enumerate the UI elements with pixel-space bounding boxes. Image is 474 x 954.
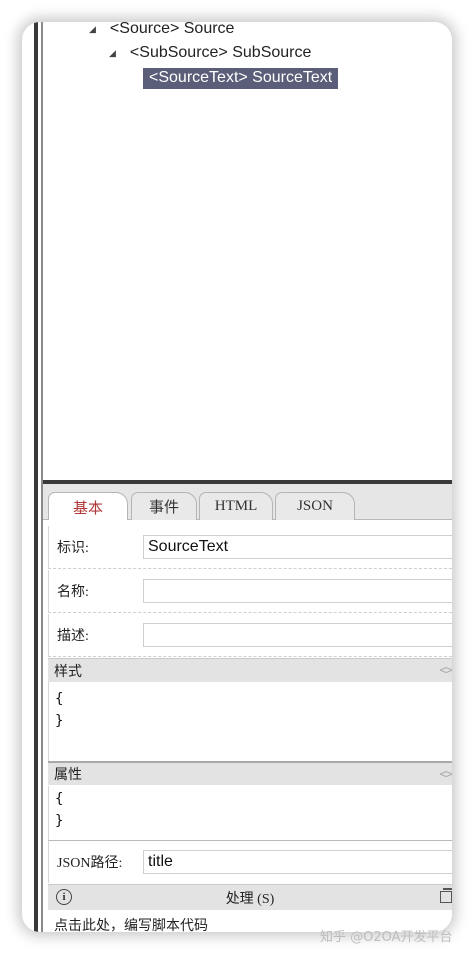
script-hint: 点击此处，编写脚本代码 (54, 919, 208, 932)
id-input[interactable]: SourceText (143, 535, 452, 559)
tree-node-subsource[interactable]: ◢ <SubSource> SubSource (109, 42, 311, 64)
code-line: { (55, 791, 64, 807)
tab-events[interactable]: 事件 (131, 492, 197, 520)
property-tabs: 基本 事件 HTML JSON (43, 484, 452, 521)
name-input[interactable] (143, 579, 452, 603)
name-row: 名称: (48, 570, 452, 613)
desc-row: 描述: (48, 614, 452, 657)
tree-node-sourcetext[interactable]: <SourceText> SourceText (143, 67, 339, 89)
jsonpath-row: JSON路径: title (48, 840, 452, 883)
window-frame: ◢ <Source> Source ◢ <SubSource> SubSourc… (22, 22, 452, 932)
process-label: 处理 (S) (225, 891, 275, 907)
id-row: 标识: SourceText (48, 526, 452, 569)
tree-node-label[interactable]: <SubSource> SubSource (130, 44, 311, 62)
expand-triangle-icon[interactable]: ◢ (109, 48, 116, 59)
attr-label: 属性 (54, 768, 82, 783)
tree-panel: ◢ <Source> Source ◢ <SubSource> SubSourc… (43, 22, 452, 480)
code-line: } (55, 713, 64, 729)
tree-node-label-selected[interactable]: <SourceText> SourceText (143, 67, 339, 89)
attr-code-editor[interactable]: { } (48, 786, 452, 840)
tree-node-source[interactable]: ◢ <Source> Source (89, 22, 234, 40)
desc-input[interactable] (143, 623, 452, 647)
tab-basic[interactable]: 基本 (48, 492, 128, 521)
code-icon[interactable]: <> (440, 663, 452, 677)
watermark-text: 知乎 @O2OA开发平台 (320, 930, 453, 945)
code-line: } (55, 813, 64, 829)
jsonpath-label: JSON路径: (57, 856, 123, 871)
expand-triangle-icon[interactable]: ◢ (89, 24, 96, 35)
process-bar: i 处理 (S) (48, 884, 452, 910)
attr-section-header: 属性 <> (48, 761, 452, 785)
style-section-header: 样式 <> (48, 658, 452, 682)
tab-html[interactable]: HTML (199, 492, 273, 520)
left-border (34, 22, 38, 932)
tree-node-label[interactable]: <Source> Source (110, 22, 235, 38)
style-code-editor[interactable]: { } (48, 682, 452, 762)
code-icon[interactable]: <> (440, 767, 452, 781)
code-line: { (55, 691, 64, 707)
tab-json[interactable]: JSON (275, 492, 355, 520)
jsonpath-input[interactable]: title (143, 850, 452, 874)
id-label: 标识: (57, 541, 89, 556)
properties-panel: 标识: SourceText 名称: 描述: 样式 <> { } 属性 <> {… (43, 520, 452, 932)
maximize-icon[interactable] (440, 888, 452, 903)
name-label: 名称: (57, 585, 89, 600)
style-label: 样式 (54, 664, 82, 680)
desc-label: 描述: (57, 629, 89, 644)
info-icon[interactable]: i (56, 889, 72, 905)
